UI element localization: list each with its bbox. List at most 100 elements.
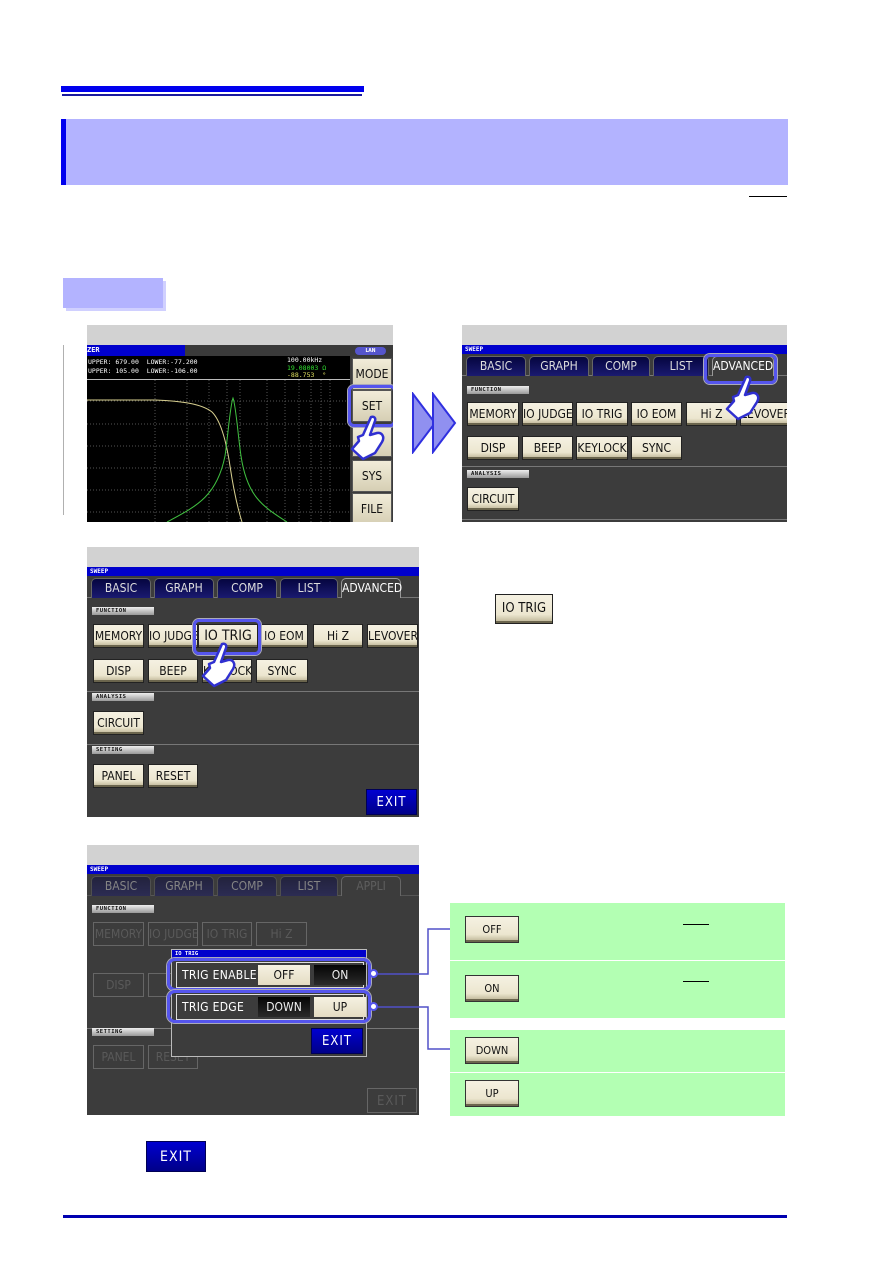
callout-connectors <box>378 928 450 1050</box>
sync-button[interactable]: SYNC <box>631 436 682 460</box>
tab-bar: BASIC GRAPH COMP LIST APPLI <box>87 874 419 896</box>
footer-rule <box>63 1215 787 1218</box>
reset-button[interactable]: RESET <box>148 764 198 788</box>
limit-readout: UPPER: 679.00 LOWER:-77.200 UPPER: 105.00… <box>88 358 198 376</box>
tab-basic[interactable]: BASIC <box>466 356 526 376</box>
io-eom-button[interactable]: IO EOM <box>631 402 682 426</box>
memory-button[interactable]: MEMORY <box>467 402 519 426</box>
screen-top-bezel <box>87 325 393 345</box>
panel-button: PANEL <box>93 1045 144 1069</box>
function-section-label: FUNCTION <box>467 386 529 394</box>
reference-underline <box>683 981 709 982</box>
memory-button: MEMORY <box>93 922 144 946</box>
exit-button[interactable]: EXIT <box>366 789 417 815</box>
tab-list[interactable]: LIST <box>280 578 338 598</box>
chapter-header-rule <box>62 94 362 96</box>
reference-underline <box>749 196 787 197</box>
up-reference-button: UP <box>465 1080 519 1107</box>
panel-button[interactable]: PANEL <box>93 764 144 788</box>
screen-title: SWEEP <box>462 345 787 354</box>
down-reference-button: DOWN <box>465 1037 519 1064</box>
tab-graph[interactable]: GRAPH <box>529 356 589 376</box>
sweep-screen-advanced: SWEEP BASIC GRAPH COMP LIST ADVANCED FUN… <box>462 325 787 522</box>
circuit-button[interactable]: CIRCUIT <box>467 487 519 511</box>
io-trig-button[interactable]: IO TRIG <box>576 402 628 426</box>
keylock-button[interactable]: KEYLOCK <box>576 436 628 460</box>
tab-basic[interactable]: BASIC <box>91 578 151 598</box>
impedance-trace <box>87 399 243 522</box>
io-judge-button[interactable]: IO JUDGE <box>148 624 198 648</box>
section-divider <box>87 691 419 692</box>
tab-basic: BASIC <box>91 876 151 896</box>
measurement-readout: 100.00kHz 19.08003 Ω -88.753 ° <box>287 356 326 380</box>
io-judge-button: IO JUDGE <box>148 922 198 946</box>
tab-list[interactable]: LIST <box>653 356 709 376</box>
hi-z-button: Hi Z <box>256 922 307 946</box>
io-trig-settings-screen: SWEEP BASIC GRAPH COMP LIST APPLI FUNCTI… <box>87 845 419 1115</box>
trig-edge-highlight <box>167 990 371 1023</box>
tab-comp[interactable]: COMP <box>217 578 277 598</box>
procedure-tag <box>63 278 163 308</box>
screen-top-bezel <box>462 325 787 345</box>
setting-section-label: SETTING <box>92 746 154 754</box>
trig-enable-highlight <box>167 958 371 991</box>
sweep-screen-io-trig: SWEEP BASIC GRAPH COMP LIST ADVANCED FUN… <box>87 547 419 817</box>
tab-advanced[interactable]: ADVANCED <box>341 578 402 598</box>
section-title-band-edge <box>61 119 66 185</box>
tap-hand-icon <box>201 642 236 688</box>
screen-top-bezel <box>87 845 419 865</box>
io-eom-button[interactable]: IO EOM <box>260 624 308 648</box>
explanation-down: DOWN <box>450 1030 785 1072</box>
connector-dot <box>369 1002 378 1011</box>
tab-bar: BASIC GRAPH COMP LIST ADVANCED <box>87 576 419 598</box>
screen-title: SWEEP <box>87 865 419 874</box>
exit-reference-button: EXIT <box>146 1141 206 1172</box>
disp-button: DISP <box>93 973 144 997</box>
io-trig-reference-button: IO TRIG <box>495 594 553 624</box>
tab-graph: GRAPH <box>154 876 214 896</box>
tap-hand-icon <box>725 375 760 421</box>
readout-separator <box>87 379 350 380</box>
io-judge-button[interactable]: IO JUDGE <box>522 402 573 426</box>
analysis-section-label: ANALYSIS <box>92 693 154 701</box>
tab-comp: COMP <box>217 876 277 896</box>
memory-button[interactable]: MEMORY <box>93 624 144 648</box>
section-divider <box>462 519 787 520</box>
section-title-band <box>61 119 788 185</box>
section-divider <box>462 466 787 467</box>
off-reference-button: OFF <box>465 916 519 943</box>
exit-button-disabled: EXIT <box>367 1088 417 1113</box>
tap-hand-icon <box>350 415 385 461</box>
limit-line-2: UPPER: 105.00 LOWER:-106.00 <box>88 367 198 375</box>
tab-comp[interactable]: COMP <box>592 356 650 376</box>
dialog-title: IO TRIG <box>172 950 366 958</box>
tab-appli: APPLI <box>341 876 401 896</box>
levover-button[interactable]: LEVOVER <box>367 624 418 648</box>
reference-underline <box>683 924 709 925</box>
disp-button[interactable]: DISP <box>467 436 519 460</box>
file-button[interactable]: FILE <box>352 493 392 522</box>
graph-area <box>87 356 350 522</box>
tab-list: LIST <box>280 876 338 896</box>
circuit-button[interactable]: CIRCUIT <box>93 711 144 735</box>
explanation-off: OFF <box>450 903 785 960</box>
setting-section-label: SETTING <box>92 1028 154 1036</box>
graph-grid <box>87 380 350 522</box>
screen-title: SWEEP <box>87 567 419 576</box>
disp-button[interactable]: DISP <box>93 659 144 683</box>
sys-button[interactable]: SYS <box>352 460 392 492</box>
chapter-header-bar <box>61 86 364 92</box>
explanation-on: ON <box>450 961 785 1018</box>
screen-title: ZER <box>87 345 185 356</box>
beep-button[interactable]: BEEP <box>148 659 198 683</box>
analysis-section-label: ANALYSIS <box>467 470 529 478</box>
connector-dot <box>369 969 378 978</box>
beep-button[interactable]: BEEP <box>522 436 573 460</box>
function-section-label: FUNCTION <box>92 905 154 913</box>
measurement-screen: ZER LAN UPPER: 679.00 LOWER:-77.200 UPPER… <box>87 325 393 522</box>
hi-z-button[interactable]: Hi Z <box>313 624 363 648</box>
dialog-exit-button[interactable]: EXIT <box>311 1028 363 1054</box>
sync-button[interactable]: SYNC <box>256 659 308 683</box>
tab-graph[interactable]: GRAPH <box>154 578 214 598</box>
explanation-up: UP <box>450 1073 785 1116</box>
